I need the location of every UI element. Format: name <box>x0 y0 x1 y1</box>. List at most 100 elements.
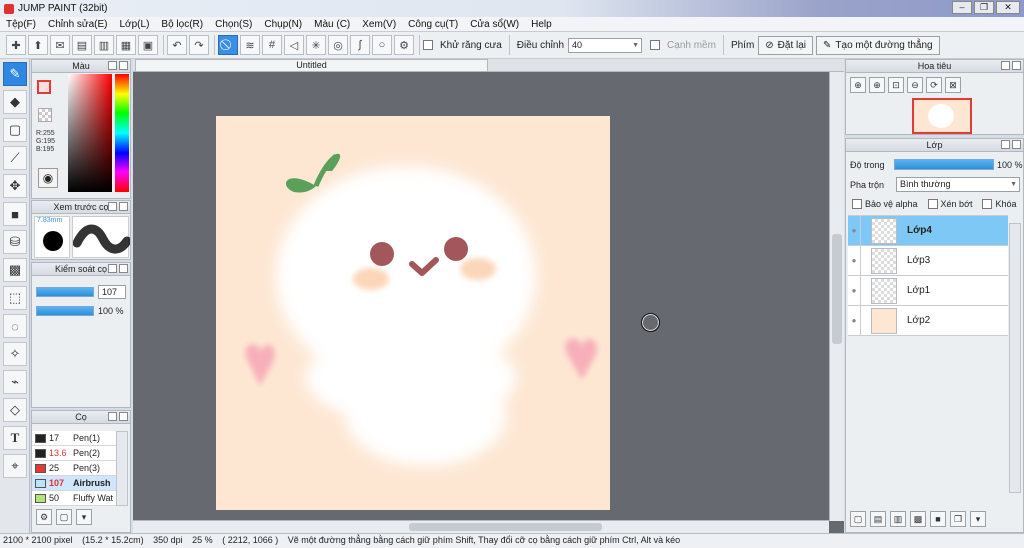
select-pen-icon[interactable]: ⌁ <box>3 370 27 394</box>
clip-checkbox[interactable] <box>927 199 938 209</box>
fit-icon[interactable]: ⊡ <box>888 77 904 93</box>
lasso-icon[interactable]: ◌ <box>3 314 27 338</box>
zoom-out-icon[interactable]: ⊖ <box>907 77 923 93</box>
folder-icon[interactable]: ■ <box>930 511 946 527</box>
ruler-off-icon[interactable]: ⃠ <box>218 35 238 55</box>
text-tool-icon[interactable]: T <box>3 426 27 450</box>
magic-wand-icon[interactable]: ✧ <box>3 342 27 366</box>
new-layer-folder-icon[interactable]: ▤ <box>870 511 886 527</box>
visibility-icon[interactable]: ● <box>848 245 861 276</box>
curve-ruler-icon[interactable]: ∫ <box>350 35 370 55</box>
tone-layer-icon[interactable]: ▩ <box>910 511 926 527</box>
comment-icon[interactable]: ▤ <box>72 35 92 55</box>
menu-edit[interactable]: Chỉnh sửa(E) <box>42 19 114 30</box>
brush-settings-icon[interactable]: ⚙ <box>36 509 52 525</box>
brush-tool-icon[interactable]: ✎ <box>3 62 27 86</box>
blend-mode-select[interactable]: Bình thường ▼ <box>896 177 1020 192</box>
smooth-checkbox[interactable] <box>650 40 661 50</box>
lock-checkbox[interactable] <box>982 199 993 209</box>
adjust-input[interactable]: 40 ▼ <box>568 37 643 53</box>
antialias-checkbox[interactable] <box>423 40 433 50</box>
layer-row[interactable]: ● Lớp1 <box>848 275 1008 306</box>
brush-size-slider[interactable] <box>36 287 94 297</box>
brush-item[interactable]: 50 Fluffy Wat <box>32 491 116 506</box>
layer-row[interactable]: ● Lớp2 <box>848 305 1008 336</box>
eraser-tool-icon[interactable]: ◆ <box>3 90 27 114</box>
brush-list-scrollbar[interactable] <box>116 431 128 506</box>
menu-window[interactable]: Cửa sổ(W) <box>464 19 525 30</box>
radial-ruler-icon[interactable]: ✳ <box>306 35 326 55</box>
menu-view[interactable]: Xem(V) <box>356 19 402 30</box>
marquee-icon[interactable]: ⬚ <box>3 286 27 310</box>
fill-rect-icon[interactable]: ■ <box>3 202 27 226</box>
canvas-area[interactable]: Untitled <box>133 59 844 533</box>
reset-view-icon[interactable]: ⊠ <box>945 77 961 93</box>
minimize-button[interactable]: – <box>952 1 972 14</box>
move-tool-icon[interactable]: ✥ <box>3 174 27 198</box>
reset-button[interactable]: ⊘ Đặt lại <box>758 35 814 55</box>
close-button[interactable]: ✕ <box>996 1 1020 14</box>
zoom-actual-icon[interactable]: ⊕ <box>850 77 866 93</box>
select-eraser-icon[interactable]: ◇ <box>3 398 27 422</box>
layer-opacity-slider[interactable] <box>894 159 994 170</box>
brush-item[interactable]: 107 Airbrush <box>32 476 116 491</box>
drawing-canvas[interactable] <box>216 116 610 510</box>
menu-capture[interactable]: Chụp(N) <box>258 19 308 30</box>
menu-filter[interactable]: Bộ lọc(R) <box>155 19 209 30</box>
new-layer-icon[interactable]: ▢ <box>850 511 866 527</box>
menu-file[interactable]: Tệp(F) <box>0 19 42 30</box>
menu-color[interactable]: Màu (C) <box>308 19 356 30</box>
navigator-thumbnail[interactable] <box>912 98 972 134</box>
canvas-horizontal-scrollbar[interactable] <box>133 520 829 533</box>
menu-help[interactable]: Help <box>525 19 558 30</box>
gear-ruler-icon[interactable]: ⚙ <box>394 35 414 55</box>
new-icon[interactable]: ✚ <box>6 35 26 55</box>
bucket-icon[interactable]: ⛁ <box>3 230 27 254</box>
circle-ruler-icon[interactable]: ○ <box>372 35 392 55</box>
parallel-ruler-icon[interactable]: ≋ <box>240 35 260 55</box>
eyedropper-icon[interactable]: ⌖ <box>3 454 27 478</box>
brush-menu-icon[interactable]: ▾ <box>76 509 92 525</box>
document-tab[interactable]: Untitled <box>135 59 488 72</box>
foreground-color-swatch[interactable] <box>37 80 51 94</box>
saturation-value-picker[interactable] <box>68 74 112 192</box>
new-brush-icon[interactable]: ▢ <box>56 509 72 525</box>
merge-layer-icon[interactable]: ▥ <box>890 511 906 527</box>
brush-item[interactable]: 25 Pen(3) <box>32 461 116 476</box>
brush-opacity-slider[interactable] <box>36 306 94 316</box>
concentric-ruler-icon[interactable]: ◎ <box>328 35 348 55</box>
line-tool-icon[interactable]: ⟋ <box>3 146 27 170</box>
straight-line-button[interactable]: ✎ Tạo một đường thẳng <box>816 35 940 55</box>
rotate-icon[interactable]: ⟳ <box>926 77 942 93</box>
transparent-swatch[interactable] <box>38 108 52 122</box>
open-icon[interactable]: ⬆ <box>28 35 48 55</box>
maximize-button[interactable]: ❐ <box>974 1 994 14</box>
zoom-in-icon[interactable]: ⊕ <box>869 77 885 93</box>
canvas-vertical-scrollbar[interactable] <box>829 72 844 521</box>
layer-row[interactable]: ● Lớp4 <box>848 215 1008 246</box>
brush-item[interactable]: 13.6 Pen(2) <box>32 446 116 461</box>
menu-select[interactable]: Chọn(S) <box>209 19 258 30</box>
hue-slider[interactable] <box>115 74 129 192</box>
menu-layer[interactable]: Lớp(L) <box>114 19 156 30</box>
menu-tools[interactable]: Công cụ(T) <box>402 19 464 30</box>
visibility-icon[interactable]: ● <box>848 275 861 306</box>
layer-row[interactable]: ● Lớp3 <box>848 245 1008 276</box>
protect-alpha-checkbox[interactable] <box>852 199 862 209</box>
undo-icon[interactable]: ↶ <box>167 35 187 55</box>
perspective-ruler-icon[interactable]: ◁ <box>284 35 304 55</box>
grid-ruler-icon[interactable]: # <box>262 35 282 55</box>
gradient-icon[interactable]: ▩ <box>3 258 27 282</box>
rect-select-icon[interactable]: ▢ <box>3 118 27 142</box>
brush-size-input[interactable]: 107 <box>98 285 126 299</box>
document-icon[interactable]: ▦ <box>116 35 136 55</box>
duplicate-layer-icon[interactable]: ❐ <box>950 511 966 527</box>
redo-icon[interactable]: ↷ <box>189 35 209 55</box>
brush-item[interactable]: 17 Pen(1) <box>32 431 116 446</box>
layer-list-scrollbar[interactable] <box>1009 223 1021 493</box>
chat-icon[interactable]: ✉ <box>50 35 70 55</box>
grid-edit-icon[interactable]: ▣ <box>138 35 158 55</box>
page-icon[interactable]: ▥ <box>94 35 114 55</box>
visibility-icon[interactable]: ● <box>848 215 861 246</box>
visibility-icon[interactable]: ● <box>848 305 861 336</box>
